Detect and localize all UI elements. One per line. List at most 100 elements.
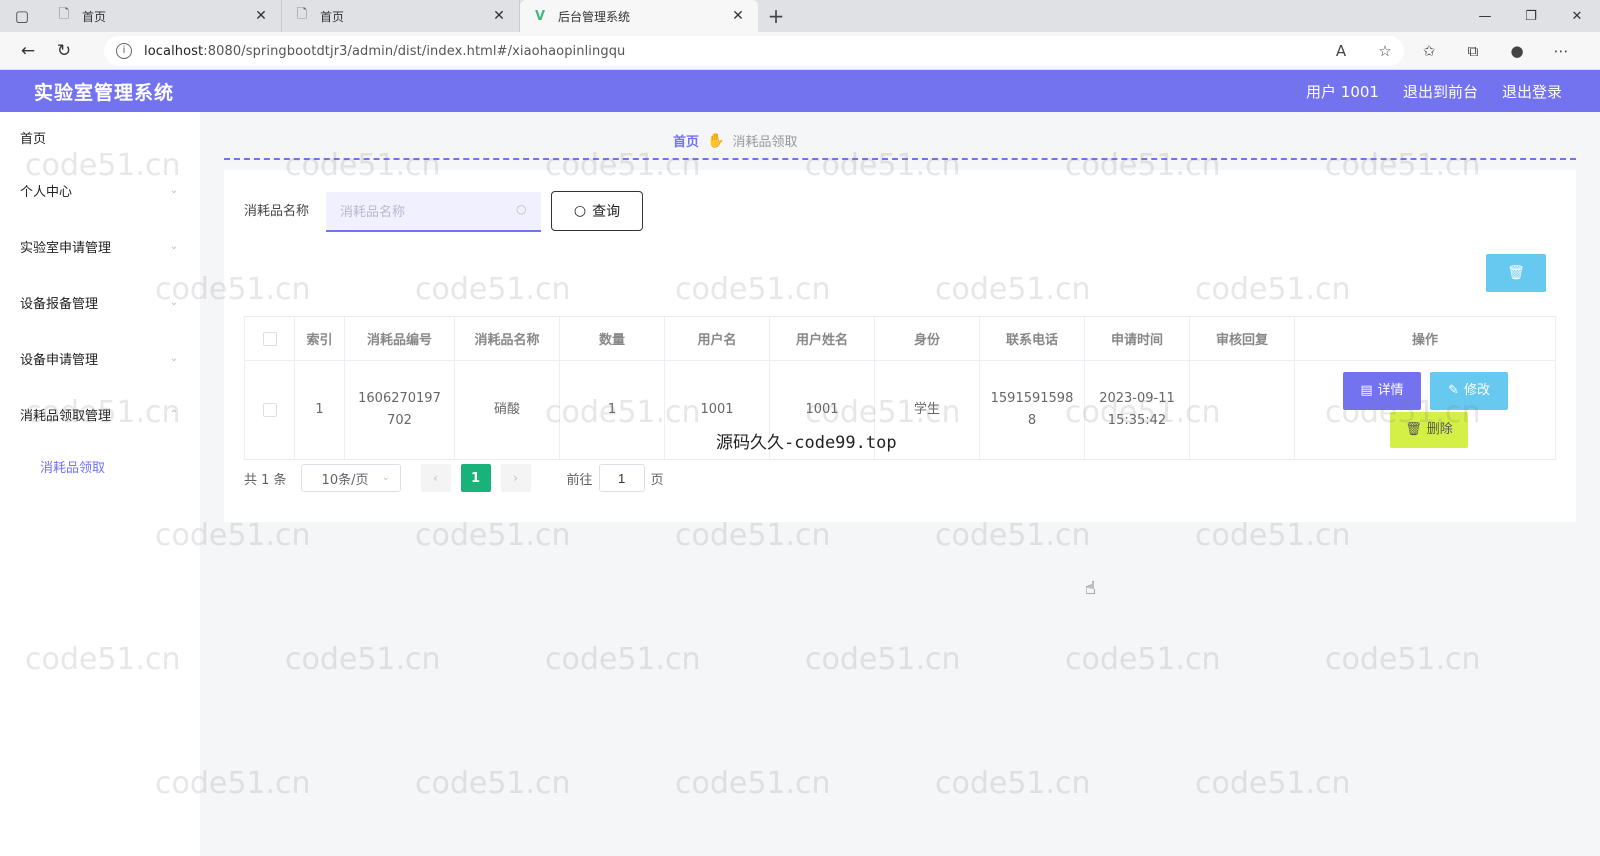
watermark: code51.cn [285,642,441,677]
tab-title: 后台管理系统 [558,9,631,24]
sidebar-item-device-apply[interactable]: 设备申请管理 ⌄ [0,330,200,386]
page-size-select[interactable]: 10条/页 ⌄ [300,464,401,492]
minimize-icon[interactable]: — [1462,0,1508,32]
cell-name: 硝酸 [455,361,560,459]
cell-code: 1606270197 702 [345,361,455,459]
watermark: code51.cn [415,518,571,553]
cell-phone: 1591591598 8 [980,361,1085,459]
app-title: 实验室管理系统 [34,81,175,104]
more-menu-icon[interactable]: ⋯ [1542,42,1580,60]
breadcrumb-divider [224,158,1576,160]
vue-logo-icon: V [534,8,546,24]
restore-icon[interactable]: ❐ [1508,0,1554,32]
search-label: 消耗品名称 [244,204,310,219]
address-bar: ← ↻ i localhost:8080/springbootdtjr3/adm… [0,32,1600,70]
pagination-total: 共 1 条 [244,472,287,488]
chevron-up-icon: ⌃ [169,408,178,420]
content-panel: 消耗品名称 ○ ○ 查询 🗑 索引 消耗品编号 消耗品名称 数量 用户名 用户姓… [224,170,1576,522]
search-icon: ○ [573,203,587,219]
row-select-cell [245,361,295,459]
chevron-down-icon: ⌄ [169,352,178,364]
column-header: 联系电话 [980,317,1085,361]
cell-reply [1190,361,1295,459]
batch-delete-button[interactable]: 🗑 [1486,254,1546,292]
browser-tab-2[interactable]: 🗋 首页 ✕ [282,0,520,32]
add-favorite-icon[interactable]: ☆ [1366,42,1404,60]
page-icon: 🗋 [58,7,70,22]
sidebar-item-lab-apply[interactable]: 实验室申请管理 ⌄ [0,218,200,274]
goto-page-input[interactable] [598,464,645,492]
back-arrow-icon[interactable]: ← [10,33,46,69]
url-field[interactable]: i localhost:8080/springbootdtjr3/admin/d… [104,36,1404,66]
window-close-icon[interactable]: ✕ [1554,0,1600,32]
delete-button[interactable]: 🗑 删除 [1390,412,1468,448]
tab-title: 首页 [320,9,345,24]
watermark: code51.cn [415,766,571,801]
watermark: code51.cn [1325,642,1481,677]
table-header-row: 索引 消耗品编号 消耗品名称 数量 用户名 用户姓名 身份 联系电话 申请时间 … [245,317,1555,361]
close-icon[interactable]: ✕ [491,8,507,24]
table-row: 1 1606270197 702 硝酸 1 1001 1001 学生 159159… [245,361,1555,459]
search-input[interactable] [326,192,541,232]
goto-label: 前往 [566,472,593,488]
page-number-button[interactable]: 1 [460,464,491,492]
sidebar-item-home[interactable]: 首页 [0,112,200,162]
close-icon[interactable]: ✕ [253,8,269,24]
column-header: 申请时间 [1085,317,1190,361]
pencil-icon: ✎ [1448,383,1459,398]
watermark: code51.cn [675,518,831,553]
close-icon[interactable]: ✕ [730,8,746,24]
watermark: code51.cn [675,766,831,801]
browser-tab-3[interactable]: V 后台管理系统 ✕ [520,0,758,32]
site-info-icon[interactable]: i [116,43,132,59]
logout-link[interactable]: 退出登录 [1502,81,1562,102]
sidebar-item-personal-center[interactable]: 个人中心 ⌄ [0,162,200,218]
favorites-icon[interactable]: ✩ [1410,42,1448,60]
read-aloud-icon[interactable]: A [1322,42,1360,60]
column-header: 用户名 [665,317,770,361]
row-checkbox[interactable] [262,403,277,417]
cell-index: 1 [295,361,345,459]
column-header: 用户姓名 [770,317,875,361]
column-header: 索引 [295,317,345,361]
page-suffix: 页 [650,472,664,488]
select-all-checkbox[interactable] [262,331,277,346]
sidebar-subitem-consumable-collect[interactable]: 消耗品领取 [0,442,200,490]
pagination: 共 1 条 10条/页 ⌄ ‹ 1 › 前往 页 [244,464,664,492]
breadcrumb-home[interactable]: 首页 [673,131,699,150]
browser-tab-1[interactable]: 🗋 首页 ✕ [44,0,282,32]
hand-cursor-icon: ☝ [1085,578,1096,599]
chevron-down-icon: ⌄ [169,296,178,308]
breadcrumb: 首页 ✋ 消耗品领取 [673,131,797,151]
edit-button[interactable]: ✎ 修改 [1430,372,1508,410]
hand-icon: ✋ [707,132,725,149]
column-header: 消耗品名称 [455,317,560,361]
prev-page-button[interactable]: ‹ [420,464,451,492]
browser-tab-bar: ▢ 🗋 首页 ✕ 🗋 首页 ✕ V 后台管理系统 ✕ + — ❐ ✕ [0,0,1600,32]
new-tab-button[interactable]: + [758,0,794,32]
tab-title: 首页 [82,9,107,24]
profile-avatar-icon[interactable]: ● [1498,42,1536,60]
watermark: code51.cn [1065,642,1221,677]
browser-toolbar: A ☆ ✩ ⧉ ● ⋯ [1322,36,1580,66]
query-button[interactable]: ○ 查询 [551,191,643,231]
cell-quantity: 1 [560,361,665,459]
watermark: code51.cn [545,642,701,677]
app-header: 实验室管理系统 用户 1001 退出到前台 退出登录 [0,70,1600,112]
next-page-button[interactable]: › [500,464,531,492]
header-links: 用户 1001 退出到前台 退出登录 [1306,81,1562,102]
column-header: 消耗品编号 [345,317,455,361]
current-user: 用户 1001 [1306,82,1379,101]
collections-icon[interactable]: ⧉ [1454,42,1492,60]
chevron-down-icon: ⌄ [169,184,178,196]
search-icon: ○ [516,202,527,216]
center-watermark: 源码久久-code99.top [716,433,897,453]
watermark: code51.cn [935,518,1091,553]
cell-apply-time: 2023-09-11 15:35:42 [1085,361,1190,459]
sidebar-item-device-report[interactable]: 设备报备管理 ⌄ [0,274,200,330]
sidebar-item-consumables[interactable]: 消耗品领取管理 ⌃ [0,386,200,442]
reload-icon[interactable]: ↻ [46,33,82,69]
back-to-front-link[interactable]: 退出到前台 [1403,81,1478,102]
detail-button[interactable]: ▤ 详情 [1343,372,1421,410]
tab-actions-icon[interactable]: ▢ [0,0,44,32]
